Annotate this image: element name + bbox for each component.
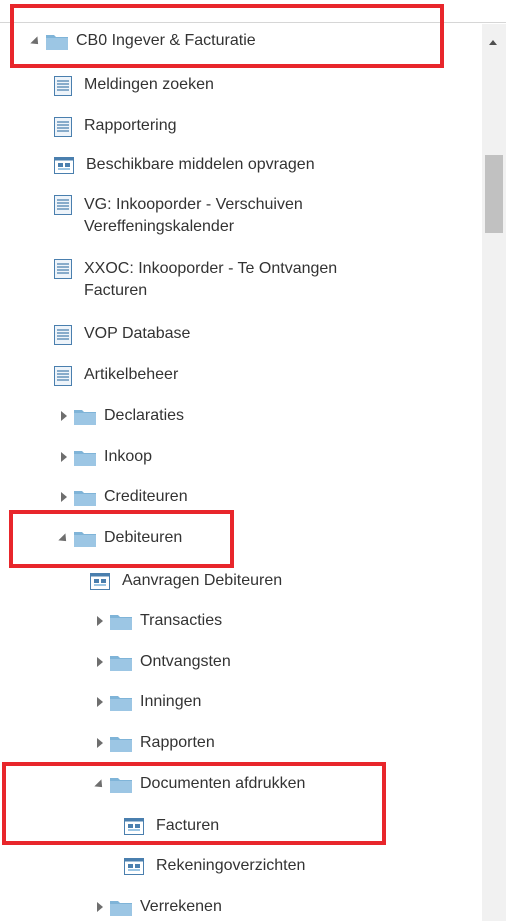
app-window-icon <box>54 156 74 174</box>
tree-item-label: VOP Database <box>84 325 191 342</box>
document-icon <box>54 365 72 386</box>
tree-item-beschikbare-middelen[interactable]: Beschikbare middelen opvragen <box>54 152 315 178</box>
tree-item-label: Artikelbeheer <box>84 366 179 383</box>
tree-folder-label: Declaraties <box>104 407 185 424</box>
tree-folder-ontvangsten[interactable]: Ontvangsten <box>94 649 231 675</box>
folder-icon <box>74 450 96 466</box>
expand-arrow-icon[interactable] <box>58 405 70 427</box>
scrollbar-thumb[interactable] <box>485 155 503 233</box>
folder-icon <box>110 900 132 916</box>
tree-item-vop-database[interactable]: VOP Database <box>54 321 190 347</box>
tree-item-artikelbeheer[interactable]: Artikelbeheer <box>54 362 178 388</box>
tree-item-aanvragen-debiteuren[interactable]: Aanvragen Debiteuren <box>90 568 282 594</box>
expand-arrow-icon[interactable] <box>94 896 106 918</box>
tree-item-xxoc-inkooporder[interactable]: XXOC: Inkooporder - Te Ontvangen Facture… <box>54 258 414 302</box>
expand-arrow-icon[interactable] <box>94 610 106 632</box>
tree-item-vg-inkooporder[interactable]: VG: Inkooporder - Verschuiven Vereffenin… <box>54 194 414 238</box>
document-icon <box>54 116 72 137</box>
highlight-box-debiteuren <box>9 510 234 568</box>
highlight-box-documenten <box>2 762 386 845</box>
document-icon <box>54 75 72 96</box>
folder-icon <box>110 695 132 711</box>
tree-folder-rapporten[interactable]: Rapporten <box>94 730 215 756</box>
document-icon <box>54 259 72 279</box>
folder-icon <box>74 490 96 506</box>
document-icon <box>54 324 72 345</box>
tree-item-label: Beschikbare middelen opvragen <box>86 156 315 173</box>
tree-item-label: Rekeningoverzichten <box>156 857 306 874</box>
folder-icon <box>110 736 132 752</box>
tree-folder-label: Verrekenen <box>140 898 222 915</box>
expand-arrow-icon[interactable] <box>94 651 106 673</box>
tree-item-rekeningoverzichten[interactable]: Rekeningoverzichten <box>124 853 305 879</box>
expand-arrow-icon[interactable] <box>94 732 106 754</box>
tree-folder-label: Transacties <box>140 612 223 629</box>
scroll-up-arrow-icon[interactable] <box>489 40 497 45</box>
expand-arrow-icon[interactable] <box>94 691 106 713</box>
navigator-tree: CB0 Ingever & Facturatie Meldingen zoeke… <box>0 0 482 921</box>
tree-item-label: XXOC: Inkooporder - Te Ontvangen Facture… <box>84 260 338 299</box>
tree-folder-label: Inkoop <box>104 448 153 465</box>
tree-item-label: Aanvragen Debiteuren <box>122 572 283 589</box>
tree-folder-label: Rapporten <box>140 734 215 751</box>
tree-folder-label: Inningen <box>140 693 202 710</box>
document-icon <box>54 195 72 215</box>
tree-folder-inkoop[interactable]: Inkoop <box>58 444 152 470</box>
tree-item-label: VG: Inkooporder - Verschuiven Vereffenin… <box>84 196 303 235</box>
folder-icon <box>74 409 96 425</box>
folder-icon <box>110 655 132 671</box>
tree-item-meldingen-zoeken[interactable]: Meldingen zoeken <box>54 72 214 98</box>
tree-folder-label: Crediteuren <box>104 488 188 505</box>
tree-folder-declaraties[interactable]: Declaraties <box>58 403 184 429</box>
tree-item-rapportering[interactable]: Rapportering <box>54 113 177 139</box>
app-window-icon <box>90 572 110 590</box>
highlight-box-cb0 <box>10 4 444 68</box>
tree-folder-transacties[interactable]: Transacties <box>94 608 222 634</box>
expand-arrow-icon[interactable] <box>58 486 70 508</box>
app-window-icon <box>124 857 144 875</box>
tree-folder-inningen[interactable]: Inningen <box>94 689 201 715</box>
tree-folder-label: Ontvangsten <box>140 653 231 670</box>
tree-folder-verrekenen[interactable]: Verrekenen <box>94 894 222 920</box>
folder-icon <box>110 614 132 630</box>
tree-item-label: Meldingen zoeken <box>84 76 214 93</box>
tree-item-label: Rapportering <box>84 117 177 134</box>
expand-arrow-icon[interactable] <box>58 446 70 468</box>
tree-folder-crediteuren[interactable]: Crediteuren <box>58 484 188 510</box>
vertical-scrollbar[interactable] <box>482 24 506 921</box>
